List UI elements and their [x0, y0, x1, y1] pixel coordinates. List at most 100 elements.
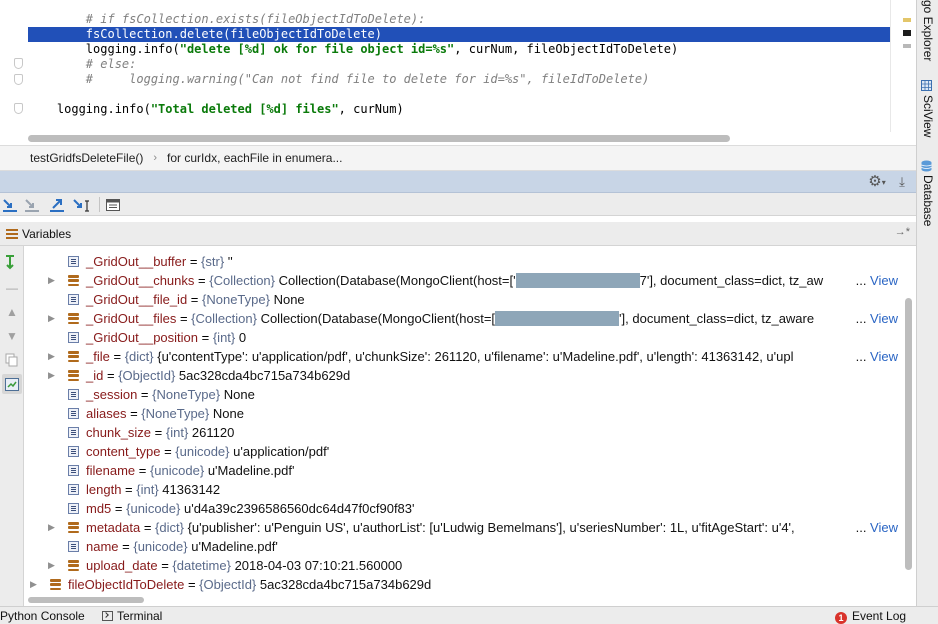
variable-row[interactable]: ▶ metadata = {dict} {u'publisher': u'Peng…	[24, 518, 902, 537]
fold-marker-icon[interactable]	[14, 103, 23, 114]
code-editor[interactable]: # if fsCollection.exists(fileObjectIdToD…	[0, 0, 916, 145]
variables-left-toolbar: — ▲ ▼	[0, 246, 24, 606]
variable-value: 7'], document_class=dict, tz_aw	[639, 273, 824, 288]
variable-row[interactable]: ▶ upload_date = {datetime} 2018-04-03 07:…	[24, 556, 902, 575]
mongo-explorer-label: go Explorer	[921, 0, 935, 62]
evaluate-expression-icon[interactable]	[103, 195, 123, 214]
gear-icon[interactable]: ⚙▾	[864, 172, 890, 192]
field-icon	[68, 408, 79, 419]
variables-vertical-scrollbar[interactable]	[902, 246, 916, 594]
ellipsis: ...	[855, 311, 871, 326]
variable-row-content: md5 = {unicode} u'd4a39c2396586560dc64d4…	[24, 499, 876, 518]
code-line[interactable]: logging.info("Total deleted [%d] files",…	[28, 102, 404, 117]
step-into-icon[interactable]	[22, 195, 42, 214]
fold-marker-icon[interactable]	[14, 74, 23, 85]
debug-toolbar	[0, 193, 916, 216]
view-link[interactable]: ... View	[853, 347, 898, 366]
variable-row-content: _GridOut__file_id = {NoneType} None	[24, 290, 876, 309]
sciview-tab[interactable]: SciView	[920, 80, 936, 137]
variable-text: _GridOut__buffer = {str} ''	[86, 254, 233, 269]
move-down-icon[interactable]: ▼	[2, 326, 22, 346]
variables-vscroll-thumb[interactable]	[905, 298, 912, 570]
mongo-explorer-tab[interactable]: go Explorer	[920, 0, 936, 64]
variable-row[interactable]: name = {unicode} u'Madeline.pdf'	[24, 537, 902, 556]
editor-horizontal-scrollbar[interactable]	[0, 132, 916, 145]
breadcrumb-item-function[interactable]: testGridfsDeleteFile()	[30, 151, 143, 165]
variable-name: _GridOut__files	[86, 311, 177, 326]
database-tab[interactable]: Database	[920, 160, 936, 226]
variable-type: {dict}	[124, 349, 154, 364]
remove-watch-icon[interactable]: —	[2, 278, 22, 298]
editor-hscroll-thumb[interactable]	[28, 135, 730, 142]
variable-row[interactable]: content_type = {unicode} u'application/p…	[24, 442, 902, 461]
view-link[interactable]: ... View	[853, 271, 898, 290]
warning-marker-icon[interactable]	[903, 18, 911, 22]
code-line[interactable]: # logging.warning("Can not find file to …	[28, 72, 650, 87]
variable-row[interactable]: chunk_size = {int} 261120	[24, 423, 902, 442]
toolbar-divider	[99, 197, 100, 212]
variable-row[interactable]: ▶ _GridOut__chunks = {Collection} Collect…	[24, 271, 902, 290]
expand-arrow-icon[interactable]: ▶	[48, 271, 58, 290]
variable-row-content: _session = {NoneType} None	[24, 385, 876, 404]
variables-horizontal-scrollbar[interactable]	[24, 594, 916, 606]
code-token: # if fsCollection.exists(fileObjectIdToD…	[85, 12, 426, 26]
variable-row[interactable]: filename = {unicode} u'Madeline.pdf'	[24, 461, 902, 480]
variable-type: {dict}	[155, 520, 184, 535]
variable-row[interactable]: ▶ _id = {ObjectId} 5ac328cda4bc715a734b62…	[24, 366, 902, 385]
variable-row[interactable]: ▶ _file = {dict} {u'contentType': u'appli…	[24, 347, 902, 366]
caret-marker-icon[interactable]	[903, 30, 911, 36]
event-log-tab[interactable]: 1 Event Log	[835, 609, 906, 624]
variable-row[interactable]: _session = {NoneType} None	[24, 385, 902, 404]
terminal-tab[interactable]: Terminal	[102, 609, 162, 623]
step-over-icon[interactable]	[0, 195, 20, 214]
variable-value: 261120	[191, 425, 235, 440]
variable-type: {int}	[212, 330, 236, 345]
variable-row[interactable]: _GridOut__position = {int} 0	[24, 328, 902, 347]
breadcrumb-item-loop[interactable]: for curIdx, eachFile in enumera...	[167, 151, 342, 165]
view-as-array-icon[interactable]	[2, 374, 22, 394]
view-link[interactable]: ... View	[853, 518, 898, 537]
expand-arrow-icon[interactable]: ▶	[48, 347, 58, 366]
variable-row[interactable]: _GridOut__buffer = {str} ''	[24, 252, 902, 271]
variable-row[interactable]: length = {int} 41363142	[24, 480, 902, 499]
field-icon	[68, 427, 79, 438]
error-badge-icon: 1	[835, 612, 847, 624]
expand-arrow-icon[interactable]: ▶	[48, 366, 58, 385]
variable-row[interactable]: _GridOut__file_id = {NoneType} None	[24, 290, 902, 309]
python-console-tab[interactable]: Python Console	[0, 609, 85, 623]
expand-arrow-icon[interactable]: ▶	[48, 309, 58, 328]
editor-vertical-scrollbar[interactable]	[890, 0, 916, 132]
sciview-label: SciView	[921, 95, 935, 138]
variable-name: md5	[86, 501, 112, 516]
variables-panel-title: Variables →*	[0, 222, 916, 246]
variable-row[interactable]: aliases = {NoneType} None	[24, 404, 902, 423]
variables-hscroll-thumb[interactable]	[28, 597, 144, 603]
run-to-cursor-icon[interactable]	[72, 195, 92, 214]
expand-arrow-icon[interactable]: ▶	[48, 518, 58, 537]
new-watch-icon[interactable]	[2, 252, 22, 272]
variable-text: aliases = {NoneType} None	[86, 406, 244, 421]
code-line-current[interactable]: fsCollection.delete(fileObjectIdToDelete…	[28, 27, 916, 42]
variable-text: _session = {NoneType} None	[86, 387, 255, 402]
fold-marker-icon[interactable]	[14, 58, 23, 69]
variables-tree[interactable]: _GridOut__buffer = {str} '' ▶ _GridOut__ch…	[24, 246, 902, 594]
debug-panel-header: ⚙▾ ⤓	[0, 171, 916, 193]
expand-arrow-icon[interactable]: ▶	[48, 556, 58, 575]
code-line[interactable]: logging.info("delete [%d] ok for file ob…	[28, 42, 678, 57]
variable-value: Collection(Database(MongoClient(host=['	[278, 273, 516, 288]
step-out-icon[interactable]	[47, 195, 67, 214]
code-line[interactable]: # if fsCollection.exists(fileObjectIdToD…	[28, 12, 426, 27]
move-up-icon[interactable]: ▲	[2, 302, 22, 322]
field-icon	[68, 503, 79, 514]
view-link[interactable]: ... View	[853, 309, 898, 328]
code-line[interactable]: # else:	[28, 57, 137, 72]
variable-row[interactable]: ▶ fileObjectIdToDelete = {ObjectId} 5ac32…	[24, 575, 902, 594]
restore-layout-icon[interactable]: →*	[895, 226, 910, 238]
variable-row[interactable]: md5 = {unicode} u'd4a39c2396586560dc64d4…	[24, 499, 902, 518]
variable-row[interactable]: ▶ _GridOut__files = {Collection} Collecti…	[24, 309, 902, 328]
expand-arrow-icon[interactable]: ▶	[30, 575, 40, 594]
variable-row-content: ▶ upload_date = {datetime} 2018-04-03 07:…	[24, 556, 876, 575]
variable-name: name	[86, 539, 119, 554]
copy-icon[interactable]	[2, 350, 22, 370]
hide-panel-icon[interactable]: ⤓	[892, 172, 912, 192]
